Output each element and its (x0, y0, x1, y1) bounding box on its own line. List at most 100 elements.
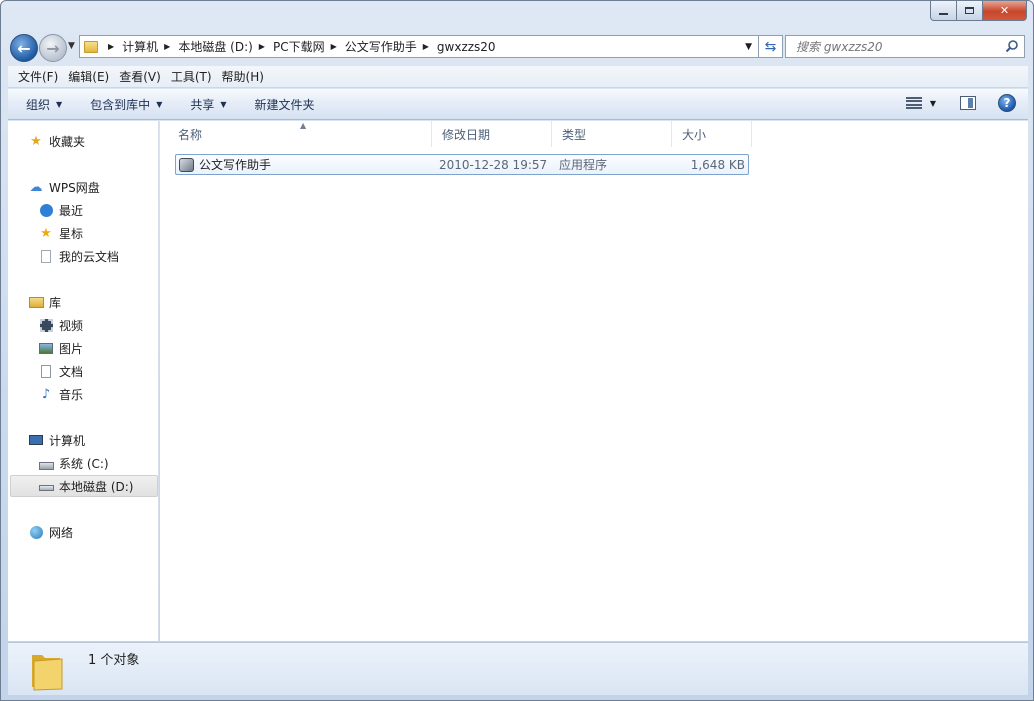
application-icon (179, 157, 194, 172)
navigation-pane: ★ 收藏夹 ☁ WPS网盘 最近 ★ 星标 我的云文档 库 视频 图片 文档 ♪… (8, 121, 159, 641)
tree-item-computer[interactable]: 计算机 (28, 429, 85, 451)
back-button[interactable]: ← (10, 34, 38, 62)
caret-down-icon: ▼ (929, 98, 936, 108)
caret-down-icon: ▼ (220, 99, 227, 109)
tree-item-favorites[interactable]: ★ 收藏夹 (28, 130, 85, 152)
breadcrumb-current[interactable]: gwxzzs20 (437, 40, 496, 54)
tree-item-network[interactable]: 网络 (28, 521, 73, 543)
tree-label: 收藏夹 (49, 134, 86, 149)
film-icon (38, 317, 54, 333)
caret-down-icon: ▼ (56, 99, 63, 109)
refresh-icon: ⇆ (764, 38, 777, 55)
maximize-icon (965, 7, 974, 14)
close-button[interactable]: ✕ (983, 1, 1027, 21)
include-in-library-button[interactable]: 包含到库中 ▼ (80, 96, 172, 113)
tree-item-drive-c[interactable]: 系统 (C:) (38, 452, 109, 474)
column-label: 类型 (562, 127, 587, 142)
tree-label: 星标 (59, 226, 84, 241)
search-box[interactable] (785, 35, 1025, 58)
menu-view[interactable]: 查看(V) (114, 68, 166, 85)
menu-tools[interactable]: 工具(T) (166, 68, 217, 85)
refresh-button[interactable]: ⇆ (759, 35, 783, 58)
caret-down-icon: ▼ (156, 99, 163, 109)
address-history-dropdown[interactable]: ▼ (745, 42, 752, 52)
share-button[interactable]: 共享 ▼ (180, 96, 236, 113)
forward-arrow-icon: → (46, 38, 60, 58)
search-input[interactable] (794, 38, 994, 55)
star-icon: ★ (30, 133, 42, 149)
tree-item-starred[interactable]: ★ 星标 (38, 222, 83, 244)
tree-label: 最近 (59, 203, 84, 218)
document-icon (38, 248, 54, 264)
chevron-right-icon[interactable]: ▶ (423, 42, 429, 51)
tree-item-library[interactable]: 库 (28, 291, 61, 313)
new-folder-button[interactable]: 新建文件夹 (245, 96, 325, 113)
tree-item-music[interactable]: ♪ 音乐 (38, 383, 83, 405)
tree-item-documents[interactable]: 文档 (38, 360, 83, 382)
tree-label: 图片 (59, 341, 84, 356)
column-header-size[interactable]: 大小 (672, 121, 752, 147)
address-bar[interactable]: ▶ 计算机 ▶ 本地磁盘 (D:) ▶ PC下载网 ▶ 公文写作助手 ▶ gwx… (79, 35, 759, 58)
chevron-right-icon[interactable]: ▶ (331, 42, 337, 51)
network-icon (28, 524, 44, 540)
tree-item-drive-d[interactable]: 本地磁盘 (D:) (10, 475, 158, 497)
maximize-button[interactable] (957, 1, 983, 21)
table-row[interactable]: 公文写作助手 2010-12-28 19:57 应用程序 1,648 KB (175, 154, 749, 175)
cloud-icon: ☁ (29, 179, 43, 195)
help-icon[interactable]: ? (998, 94, 1016, 112)
music-note-icon: ♪ (41, 386, 51, 402)
breadcrumb-drive-d[interactable]: 本地磁盘 (D:) (178, 38, 252, 55)
file-name-cell: 公文写作助手 (179, 155, 271, 174)
folder-icon (32, 655, 63, 691)
organize-label: 组织 (26, 97, 51, 112)
library-icon (28, 294, 44, 310)
column-label: 修改日期 (442, 127, 491, 142)
tree-label: 视频 (59, 318, 84, 333)
caption-buttons: ✕ (930, 1, 1027, 21)
organize-button[interactable]: 组织 ▼ (16, 96, 72, 113)
breadcrumb-pc-download[interactable]: PC下载网 (273, 38, 325, 55)
item-count: 1 个对象 (88, 653, 140, 668)
explorer-window: ✕ ← → ▼ ▶ 计算机 ▶ 本地磁盘 (D:) ▶ PC下载网 ▶ 公文写作… (0, 0, 1034, 701)
menu-help[interactable]: 帮助(H) (217, 68, 269, 85)
navigation-bar: ← → ▼ ▶ 计算机 ▶ 本地磁盘 (D:) ▶ PC下载网 ▶ 公文写作助手… (9, 31, 1027, 63)
breadcrumb-computer[interactable]: 计算机 (122, 38, 158, 55)
tree-label: 计算机 (49, 433, 86, 448)
tree-item-wps[interactable]: ☁ WPS网盘 (28, 176, 100, 198)
share-label: 共享 (190, 97, 215, 112)
details-view-icon (905, 97, 922, 109)
document-icon (38, 363, 54, 379)
file-size: 1,648 KB (690, 157, 745, 172)
minimize-button[interactable] (930, 1, 957, 21)
tree-label: 我的云文档 (59, 249, 120, 264)
chevron-right-icon[interactable]: ▶ (259, 42, 265, 51)
tree-label: WPS网盘 (49, 180, 100, 195)
view-controls: ▼ ? (905, 94, 1016, 112)
new-folder-label: 新建文件夹 (254, 97, 315, 112)
tree-label: 本地磁盘 (D:) (59, 479, 134, 494)
chevron-right-icon[interactable]: ▶ (108, 42, 114, 51)
tree-item-pictures[interactable]: 图片 (38, 337, 83, 359)
column-header-modified[interactable]: 修改日期 (432, 121, 552, 147)
chevron-right-icon[interactable]: ▶ (164, 42, 170, 51)
recent-pages-dropdown[interactable]: ▼ (68, 41, 75, 51)
column-label: 大小 (682, 127, 707, 142)
hard-drive-icon (38, 478, 54, 494)
menu-file[interactable]: 文件(F) (13, 68, 63, 85)
search-icon[interactable] (1005, 39, 1019, 53)
tree-item-cloud-docs[interactable]: 我的云文档 (38, 245, 119, 267)
folder-icon (84, 40, 98, 53)
preview-pane-icon[interactable] (960, 96, 976, 110)
change-view-button[interactable]: ▼ (905, 97, 936, 109)
tree-item-videos[interactable]: 视频 (38, 314, 83, 336)
file-type: 应用程序 (559, 158, 608, 172)
menu-edit[interactable]: 编辑(E) (63, 68, 114, 85)
breadcrumb-app-folder[interactable]: 公文写作助手 (345, 38, 417, 55)
column-header-type[interactable]: 类型 (552, 121, 672, 147)
tree-label: 音乐 (59, 387, 84, 402)
tree-item-recent[interactable]: 最近 (38, 199, 83, 221)
tree-label: 库 (49, 295, 62, 310)
file-list: 名称 ▲ 修改日期 类型 大小 公文写作助手 2010-12-28 19:57 … (160, 121, 1028, 641)
details-pane: 1 个对象 (8, 642, 1028, 695)
forward-button[interactable]: → (39, 34, 67, 62)
